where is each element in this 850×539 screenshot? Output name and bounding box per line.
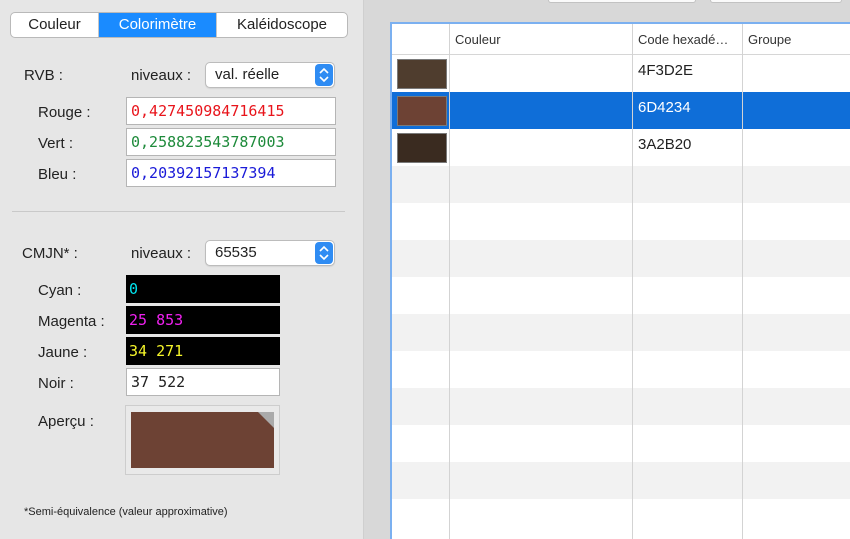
hex-code-cell: 4F3D2E — [638, 62, 694, 79]
color-preview — [125, 405, 280, 475]
cyan-label: Cyan : — [38, 282, 82, 299]
table-row[interactable] — [392, 277, 850, 314]
color-swatch — [397, 96, 447, 126]
table-row[interactable] — [392, 388, 850, 425]
rgb-levels-value: val. réelle — [215, 66, 280, 83]
table-header: Couleur Code hexadé… Groupe — [392, 24, 850, 55]
column-header-couleur[interactable]: Couleur — [449, 24, 632, 54]
chevron-updown-icon — [315, 242, 333, 264]
table-row[interactable] — [392, 203, 850, 240]
page-curl-icon — [258, 412, 274, 428]
black-field[interactable]: 37 522 — [126, 368, 280, 396]
preview-swatch — [131, 412, 274, 468]
blue-label: Bleu : — [38, 166, 77, 183]
rgb-section-label: RVB : — [24, 67, 63, 84]
hex-code-cell: 6D4234 — [638, 99, 691, 116]
hex-code-cell: 3A2B20 — [638, 136, 692, 153]
column-header-swatch[interactable] — [392, 24, 449, 54]
table-row[interactable]: 6D4234 — [392, 92, 850, 129]
color-table[interactable]: Couleur Code hexadé… Groupe 4F3D2E 6D4234… — [390, 22, 850, 539]
green-field[interactable]: 0,258823543787003 — [126, 128, 336, 156]
column-divider — [449, 24, 450, 539]
rgb-levels-select[interactable]: val. réelle — [205, 62, 335, 88]
column-header-hex[interactable]: Code hexadé… — [632, 24, 742, 54]
black-label: Noir : — [38, 375, 74, 392]
preview-label: Aperçu : — [38, 413, 94, 430]
column-divider — [632, 24, 633, 539]
table-row[interactable] — [392, 499, 850, 536]
color-swatch — [397, 133, 447, 163]
column-header-groupe[interactable]: Groupe — [742, 24, 850, 54]
cmyk-levels-value: 65535 — [215, 244, 257, 261]
table-row[interactable] — [392, 166, 850, 203]
column-divider — [742, 24, 743, 539]
tab-couleur[interactable]: Couleur — [11, 13, 99, 37]
table-row[interactable] — [392, 240, 850, 277]
footnote: *Semi-équivalence (valeur approximative) — [24, 506, 228, 518]
magenta-label: Magenta : — [38, 313, 105, 330]
red-field[interactable]: 0,427450984716415 — [126, 97, 336, 125]
blue-field[interactable]: 0,20392157137394 — [126, 159, 336, 187]
tab-kaleidoscope[interactable]: Kaléidoscope — [217, 13, 347, 37]
yellow-label: Jaune : — [38, 344, 88, 361]
cmyk-levels-label: niveaux : — [131, 245, 192, 262]
toolbar-button-left[interactable] — [548, 0, 696, 3]
red-label: Rouge : — [38, 104, 91, 121]
colorimeter-panel: Couleur Colorimètre Kaléidoscope RVB : n… — [0, 0, 364, 539]
magenta-value: 25 853 — [126, 306, 280, 334]
rgb-levels-label: niveaux : — [131, 67, 192, 84]
toolbar-button-right[interactable] — [710, 0, 842, 3]
table-row[interactable] — [392, 462, 850, 499]
chevron-updown-icon — [315, 64, 333, 86]
table-row[interactable]: 3A2B20 — [392, 129, 850, 166]
table-row[interactable] — [392, 425, 850, 462]
yellow-value: 34 271 — [126, 337, 280, 365]
green-label: Vert : — [38, 135, 74, 152]
tab-colorimetre[interactable]: Colorimètre — [99, 13, 217, 37]
section-divider — [12, 211, 345, 212]
table-row[interactable] — [392, 314, 850, 351]
color-swatch — [397, 59, 447, 89]
table-row[interactable]: 4F3D2E — [392, 55, 850, 92]
tab-bar: Couleur Colorimètre Kaléidoscope — [10, 12, 348, 38]
cmyk-section-label: CMJN* : — [22, 245, 78, 262]
cyan-value: 0 — [126, 275, 280, 303]
cmyk-levels-select[interactable]: 65535 — [205, 240, 335, 266]
table-row[interactable] — [392, 351, 850, 388]
